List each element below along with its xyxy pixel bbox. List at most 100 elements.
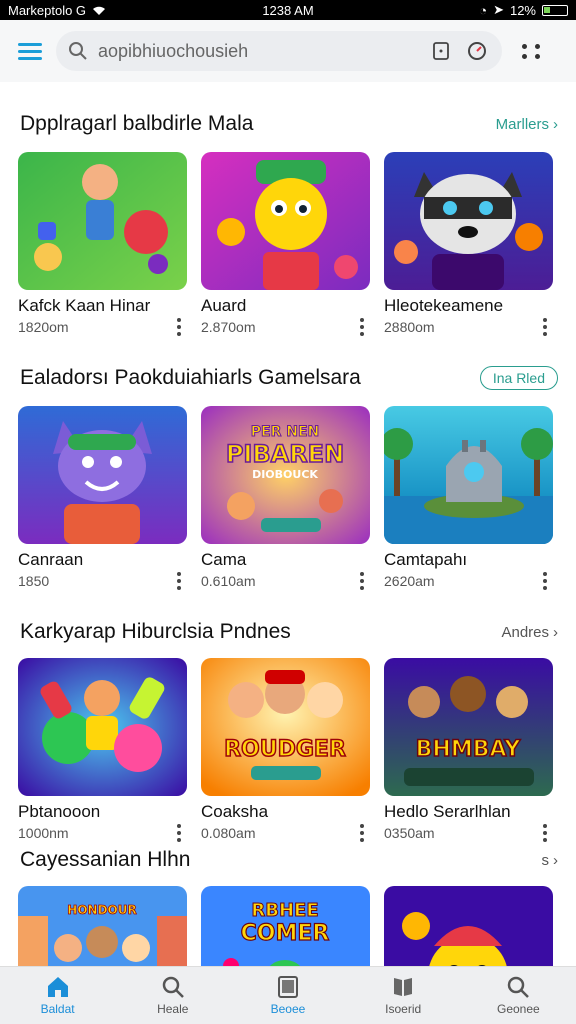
card-meta: 0350am	[384, 825, 435, 841]
raccoon-thumbnail	[384, 152, 553, 290]
status-left: Markeptolo G	[8, 3, 106, 18]
card-row: Kafck Kaan Hinar 1820om Auard 2.870om Hl…	[18, 152, 553, 336]
top-app-bar: aopibhiuochousieh	[0, 20, 576, 82]
chevron-right-icon: ›	[553, 115, 558, 133]
chevron-right-icon: ›	[553, 623, 558, 641]
home-icon	[47, 977, 68, 997]
svg-text:BHMBAY: BHMBAY	[416, 737, 522, 762]
nav-explore[interactable]: Geonee	[473, 975, 563, 1016]
more-options-icon[interactable]	[543, 824, 547, 842]
game-card[interactable]: BHMBAY Hedlo Serarlhlan 0350am	[384, 658, 553, 842]
svg-text:RBHEE: RBHEE	[251, 900, 318, 921]
section-action-button[interactable]: Ina Rled	[479, 366, 558, 390]
section-header: Karkyarap Hiburclsia Pndnes Andres ›	[20, 620, 558, 644]
card-title: Hleotekeamene	[384, 296, 504, 315]
status-bar: Markeptolo G 1238 AM ◔ ➤ 12%	[0, 0, 576, 20]
nav-label: Geonee	[496, 1002, 540, 1016]
section-more-link[interactable]: Andres ›	[501, 624, 558, 641]
nav-label: Heale	[157, 1002, 189, 1016]
more-options-icon[interactable]	[177, 318, 181, 336]
sync-icon: ◔	[479, 2, 488, 18]
chevron-right-icon: ›	[553, 851, 558, 869]
nav-home[interactable]: Baldat	[13, 975, 103, 1016]
card-meta: 2880om	[384, 319, 435, 335]
game-card[interactable]: Hleotekeamene 2880om	[384, 152, 553, 336]
robot-island-thumbnail	[384, 406, 553, 544]
nav-tablet[interactable]: Beoee	[243, 975, 333, 1016]
card-meta: 2620am	[384, 573, 435, 589]
nav-search[interactable]: Heale	[128, 975, 218, 1016]
card-title: Hedlo Serarlhlan	[384, 802, 511, 821]
battery-icon	[542, 4, 568, 16]
cartoon-boy-thumbnail	[18, 152, 187, 290]
card-title: Coaksha	[201, 802, 269, 821]
more-options-icon[interactable]	[360, 318, 364, 336]
carrier-label: Markeptolo G	[8, 2, 87, 18]
search-icon	[162, 976, 184, 998]
card-row: Pbtanooon 1000nm ROUDGER Coaksha 0.080am…	[18, 658, 553, 842]
status-right: ◔ ➤ 12%	[479, 2, 568, 18]
bottom-navigation: Baldat Heale Beoee Isoerid Geonee	[0, 966, 576, 1024]
card-meta: 1820om	[18, 319, 69, 335]
svg-text:ROUDGER: ROUDGER	[224, 737, 346, 762]
nav-label: Isoerid	[385, 1002, 422, 1016]
book-icon	[394, 978, 413, 996]
section-header: Dpplragarl balbdirle Mala Marllers ›	[20, 112, 558, 136]
nav-label: Beoee	[270, 1002, 306, 1016]
game-card[interactable]: Auard 2.870om	[201, 152, 370, 336]
game-card[interactable]: Kafck Kaan Hinar 1820om	[18, 152, 187, 336]
apps-grid-icon[interactable]	[522, 43, 542, 59]
game-card[interactable]: Pbtanooon 1000nm	[18, 658, 187, 842]
pibaren-thumbnail: PER NEN PIBAREN DIOBOUCK	[201, 406, 370, 544]
card-title: Canraan	[18, 550, 84, 569]
svg-text:PER NEN: PER NEN	[251, 424, 319, 440]
card-row: Canraan 1850 PER NEN PIBAREN DIOBOUCK Cama…	[18, 406, 553, 590]
card-title: Pbtanooon	[18, 802, 101, 821]
roudger-thumbnail: ROUDGER	[201, 658, 370, 796]
svg-text:PIBAREN: PIBAREN	[226, 440, 344, 468]
more-options-icon[interactable]	[543, 572, 547, 590]
tablet-icon[interactable]	[428, 38, 454, 64]
section-header: Ealadorsı Paokduiahiarls Gamelsara Ina R…	[20, 366, 558, 390]
card-title: Kafck Kaan Hinar	[18, 296, 151, 315]
more-options-icon[interactable]	[177, 824, 181, 842]
card-meta: 0.610am	[201, 573, 256, 589]
card-meta: 0.080am	[201, 825, 256, 841]
game-card[interactable]: Canraan 1850	[18, 406, 187, 590]
tablet-icon	[277, 976, 298, 998]
battery-label: 12%	[509, 2, 536, 18]
search-bar[interactable]: aopibhiuochousieh	[56, 31, 502, 71]
more-options-icon[interactable]	[543, 318, 547, 336]
more-options-icon[interactable]	[360, 824, 364, 842]
menu-icon[interactable]	[18, 42, 42, 60]
game-card[interactable]: ROUDGER Coaksha 0.080am	[201, 658, 370, 842]
game-card[interactable]: Camtapahı 2620am	[384, 406, 553, 590]
card-meta: 2.870om	[201, 319, 256, 335]
section-title: Dpplragarl balbdirle Mala	[20, 112, 254, 135]
game-card[interactable]: PER NEN PIBAREN DIOBOUCK Cama 0.610am	[201, 406, 370, 590]
section-header: Cayessanian Hlhn s ›	[20, 848, 558, 872]
more-options-icon[interactable]	[177, 572, 181, 590]
nav-library[interactable]: Isoerid	[358, 975, 448, 1016]
timer-icon[interactable]	[464, 38, 490, 64]
purple-cat-thumbnail	[18, 406, 187, 544]
svg-text:COMER: COMER	[241, 921, 330, 946]
search-icon	[69, 42, 87, 60]
nav-label: Baldat	[40, 1002, 75, 1016]
rainbow-blobs-thumbnail	[18, 658, 187, 796]
card-title: Auard	[201, 296, 247, 315]
section-title: Ealadorsı Paokduiahiarls Gamelsara	[20, 366, 361, 389]
section-more-link[interactable]: s ›	[542, 852, 559, 869]
section-more-link[interactable]: Marllers ›	[496, 116, 558, 133]
search-icon	[508, 976, 530, 998]
svg-text:DIOBOUCK: DIOBOUCK	[252, 468, 318, 481]
card-meta: 1000nm	[18, 825, 69, 841]
svg-text:HONDOUR: HONDOUR	[67, 903, 136, 917]
more-options-icon[interactable]	[360, 572, 364, 590]
card-meta: 1850	[18, 573, 50, 589]
yellow-mascot-thumbnail	[201, 152, 370, 290]
search-input[interactable]: aopibhiuochousieh	[98, 41, 418, 62]
section-title: Cayessanian Hlhn	[20, 848, 191, 871]
card-title: Camtapahı	[384, 550, 468, 569]
wifi-icon	[93, 6, 106, 15]
